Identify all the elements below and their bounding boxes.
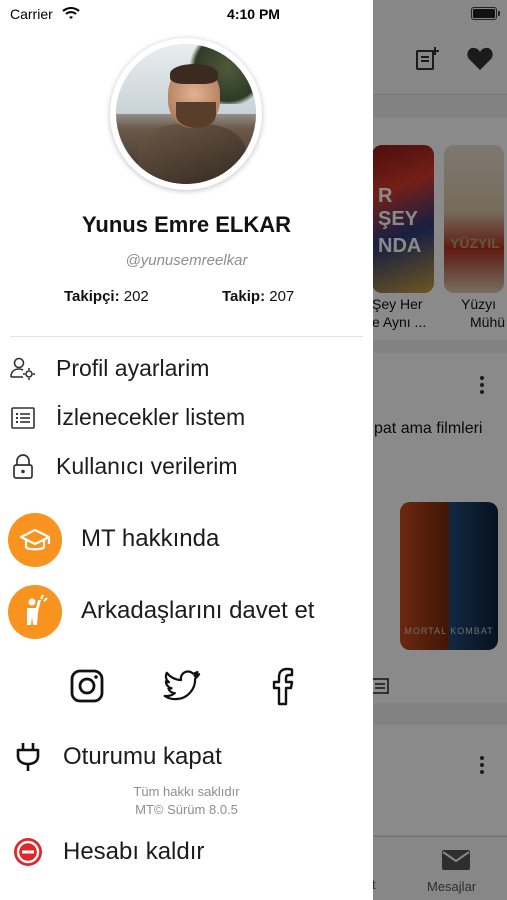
graduation-cap-icon — [19, 528, 51, 551]
invite-icon-badge — [8, 585, 62, 639]
followers-label: Takipçi: — [64, 288, 120, 305]
divider — [10, 336, 363, 337]
avatar[interactable] — [116, 44, 256, 184]
twitter-icon[interactable] — [163, 666, 203, 706]
plug-icon — [16, 743, 40, 771]
menu-item-label: Profil ayarlarim — [56, 355, 210, 381]
profile-handle: @yunusemreelkar — [125, 252, 248, 269]
delete-account-button[interactable]: Hesabı kaldır — [0, 832, 373, 872]
battery-icon — [471, 7, 500, 20]
following-label: Takip: — [222, 288, 266, 305]
about-icon-badge — [8, 513, 62, 567]
facebook-icon[interactable] — [263, 666, 303, 706]
followers-stat[interactable]: Takipçi: 202 — [64, 288, 149, 305]
user-settings-icon — [10, 357, 35, 380]
menu-item-about-mt[interactable]: MT hakkında — [0, 511, 373, 567]
menu-item-watchlist[interactable]: İzlenecekler listem — [0, 397, 373, 437]
clock: 4:10 PM — [227, 6, 280, 22]
delete-account-label: Hesabı kaldır — [63, 838, 205, 865]
menu-item-profile-settings[interactable]: Profil ayarlarim — [0, 348, 373, 388]
menu-item-label: MT hakkında — [81, 525, 220, 552]
list-icon — [11, 407, 35, 429]
copyright-text: Tüm hakkı saklıdır — [133, 784, 240, 799]
followers-count: 202 — [123, 288, 149, 305]
no-entry-icon — [14, 838, 42, 866]
menu-item-invite-friends[interactable]: Arkadaşlarını davet et — [0, 583, 373, 639]
following-count: 207 — [269, 288, 295, 305]
following-stat[interactable]: Takip: 207 — [222, 288, 294, 305]
status-bar: Carrier 4:10 PM — [0, 0, 507, 28]
menu-item-label: İzlenecekler listem — [56, 404, 246, 430]
person-waving-icon — [27, 594, 48, 625]
logout-button[interactable]: Oturumu kapat — [0, 737, 373, 777]
version-text: MT© Sürüm 8.0.5 — [135, 802, 238, 817]
menu-item-user-data[interactable]: Kullanıcı verilerim — [0, 446, 373, 486]
menu-item-label: Arkadaşlarını davet et — [81, 597, 315, 624]
side-drawer: Yunus Emre ELKAR @yunusemreelkar Takipçi… — [0, 0, 373, 900]
profile-name: Yunus Emre ELKAR — [81, 212, 292, 237]
logout-label: Oturumu kapat — [63, 743, 222, 770]
lock-icon — [13, 454, 33, 479]
menu-item-label: Kullanıcı verilerim — [56, 453, 238, 479]
instagram-icon[interactable] — [67, 666, 107, 706]
